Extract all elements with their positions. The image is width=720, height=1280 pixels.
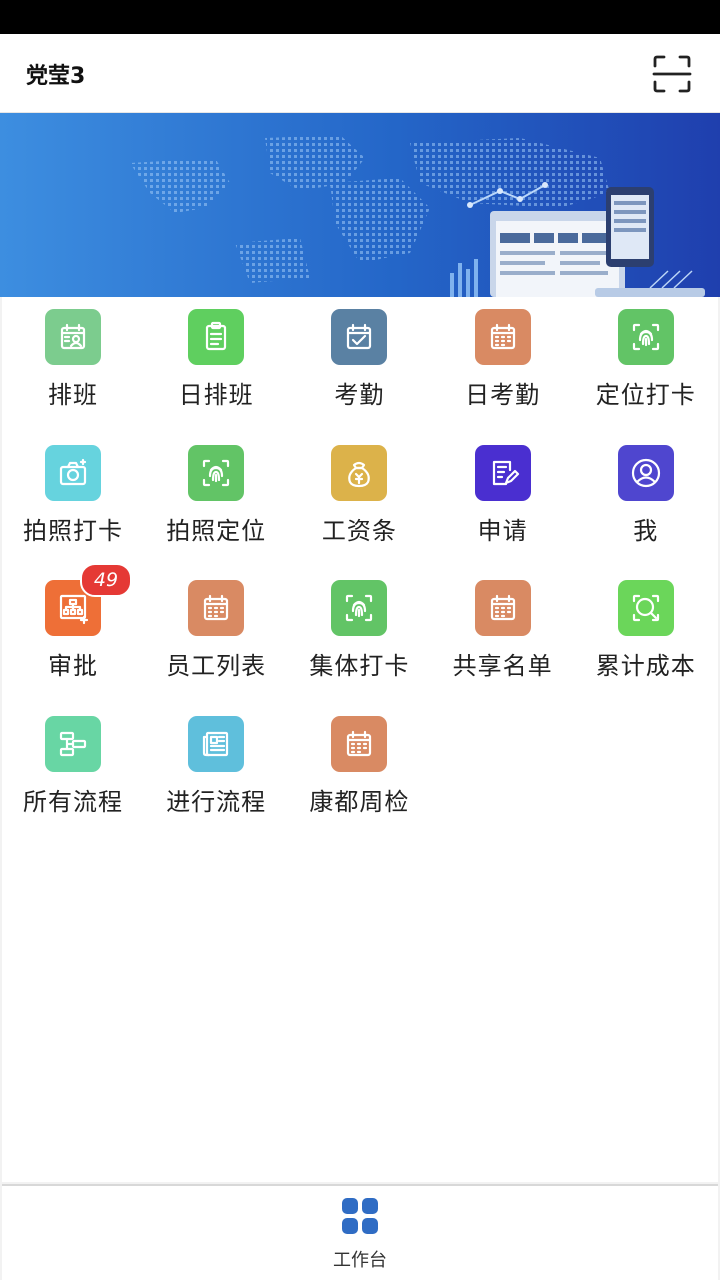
clipboard-icon [188, 309, 245, 365]
banner-image [0, 113, 720, 297]
app-tile[interactable]: 日排班 [145, 297, 285, 417]
app-tile[interactable]: 所有流程 [2, 704, 142, 824]
status-bar [0, 0, 720, 34]
app-tile-label: 进行流程 [166, 787, 267, 816]
app-tile[interactable]: 员工列表 [145, 568, 285, 688]
schedule-person-icon [45, 309, 101, 365]
fingerprint-icon [331, 580, 388, 636]
app-tile-label: 工资条 [321, 516, 397, 545]
app-tile-label: 所有流程 [23, 787, 123, 816]
flow-icon [45, 715, 101, 772]
app-tile[interactable]: 日考勤 [432, 297, 572, 417]
app-tile[interactable]: 累计成本 [575, 568, 715, 688]
app-tile-label: 我 [633, 516, 659, 545]
tab-workbench[interactable]: 工作台 [300, 1194, 420, 1274]
fingerprint-icon [617, 309, 674, 365]
calendar-icon [331, 715, 388, 772]
app-tile-label: 日考勤 [465, 381, 541, 409]
app-tile-label: 申请 [477, 516, 528, 545]
calendar-icon [474, 580, 531, 636]
bottom-tab-bar: 工作台 [2, 1184, 718, 1280]
app-tile-label: 拍照打卡 [23, 516, 123, 545]
app-tile-label: 拍照定位 [166, 516, 267, 545]
app-tile-label: 审批 [48, 652, 98, 680]
app-tile-label: 考勤 [334, 381, 385, 409]
app-tile-label: 定位打卡 [595, 381, 696, 409]
fingerprint-icon [188, 444, 245, 501]
grid-icon [342, 1198, 378, 1234]
app-tile[interactable]: 我 [575, 433, 715, 553]
workbench-panel: 排班 日排班 考勤 日考勤 定位打卡拍照打卡 拍照定位 工资条 申请 我 49 审批 员工列表 集体打卡… [2, 297, 718, 1182]
app-tile[interactable]: 拍照打卡 [2, 433, 142, 553]
notification-badge: 49 [80, 563, 132, 597]
app-tile[interactable]: 申请 [432, 433, 572, 553]
newspaper-icon [188, 715, 245, 772]
scan-button[interactable] [652, 54, 692, 94]
app-tile-label: 共享名单 [452, 652, 553, 680]
app-tile-label: 累计成本 [595, 652, 696, 680]
app-tile[interactable]: 康都周检 [288, 704, 428, 824]
tab-label: 工作台 [333, 1250, 387, 1271]
user-circle-icon [617, 444, 674, 501]
app-tile[interactable]: 49 审批 [2, 563, 142, 688]
app-tile[interactable]: 共享名单 [432, 568, 572, 688]
app-tile[interactable]: 考勤 [288, 297, 428, 417]
scan-icon [652, 55, 692, 93]
app-tile-label: 日排班 [178, 381, 254, 409]
camera-icon [45, 444, 101, 501]
edit-document-icon [474, 444, 531, 501]
page-title: 党莹3 [26, 64, 86, 89]
calendar-icon [188, 580, 245, 636]
app-header: 党莹3 [0, 34, 720, 113]
app-tile[interactable]: 集体打卡 [288, 568, 428, 688]
search-icon [617, 580, 674, 636]
app-tile-label: 集体打卡 [309, 652, 410, 680]
app-tile[interactable]: 拍照定位 [145, 433, 285, 553]
app-tile-label: 康都周检 [309, 787, 410, 816]
calendar-check-icon [331, 309, 388, 365]
app-tile-label: 员工列表 [166, 652, 267, 680]
app-tile[interactable]: 工资条 [288, 433, 428, 553]
calendar-icon [474, 309, 531, 365]
app-tile[interactable]: 定位打卡 [575, 297, 715, 417]
money-bag-icon [331, 444, 388, 501]
app-tile[interactable]: 排班 [2, 297, 142, 417]
app-tile-label: 排班 [48, 381, 98, 409]
app-tile[interactable]: 进行流程 [145, 704, 285, 824]
